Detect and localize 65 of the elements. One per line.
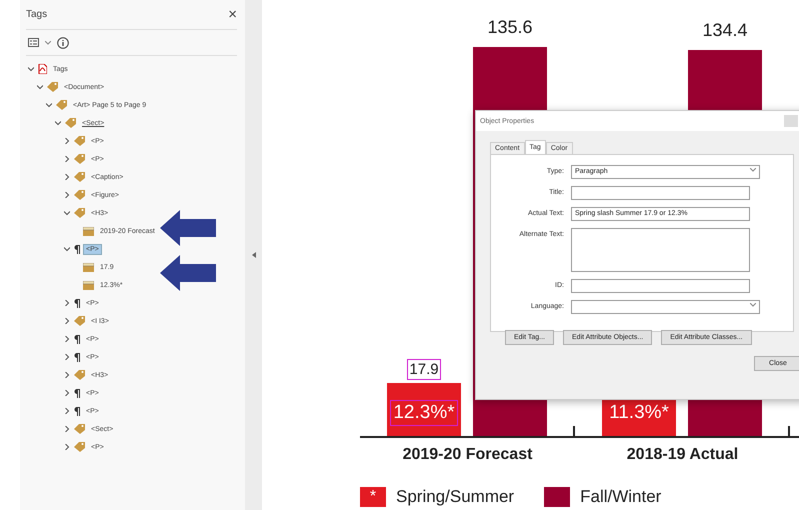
chevron-right-icon[interactable] bbox=[64, 408, 70, 414]
tag-icon bbox=[74, 442, 85, 452]
pointer-arrow bbox=[160, 210, 216, 246]
chevron-right-icon[interactable] bbox=[64, 444, 70, 450]
caret-icon bbox=[750, 168, 756, 172]
category-label: 2019-20 Forecast bbox=[402, 446, 532, 464]
tag-icon bbox=[74, 316, 85, 326]
tag-icon bbox=[74, 370, 85, 380]
tag-icon bbox=[74, 424, 85, 434]
chevron-right-icon[interactable] bbox=[64, 390, 70, 396]
chevron-down-icon[interactable] bbox=[54, 120, 60, 126]
tag-icon bbox=[74, 190, 85, 200]
panel-title: Tags bbox=[26, 9, 48, 20]
tag-icon bbox=[65, 118, 76, 128]
chevron-down-icon[interactable] bbox=[64, 246, 70, 252]
paragraph-icon bbox=[74, 244, 80, 254]
paragraph-icon bbox=[74, 406, 80, 416]
chevron-right-icon[interactable] bbox=[64, 138, 70, 144]
paragraph-icon bbox=[74, 334, 80, 344]
value-label: 134.4 bbox=[701, 19, 749, 42]
tag-icon bbox=[74, 154, 85, 164]
legend-label: Fall/Winter bbox=[580, 487, 662, 507]
tag-icon bbox=[56, 100, 67, 110]
chevron-right-icon[interactable] bbox=[64, 192, 70, 198]
close-button[interactable]: × bbox=[228, 6, 237, 23]
caret-icon bbox=[750, 303, 756, 307]
chevron-down-icon[interactable] bbox=[28, 66, 34, 72]
dropdown-field[interactable] bbox=[571, 300, 760, 314]
chevron-right-icon[interactable] bbox=[64, 300, 70, 306]
chevron-right-icon[interactable] bbox=[64, 174, 70, 180]
paragraph-icon bbox=[74, 298, 80, 308]
chevron-right-icon[interactable] bbox=[64, 354, 70, 360]
legend-label: Spring/Summer bbox=[396, 487, 514, 507]
tag-icon bbox=[74, 208, 85, 218]
bar-label: 12.3%* bbox=[390, 400, 458, 426]
value-label: 135.6 bbox=[486, 16, 534, 39]
paragraph-icon bbox=[74, 352, 80, 362]
chevron-right-icon[interactable] bbox=[64, 426, 70, 432]
bar-label: 11.3%* bbox=[608, 401, 670, 425]
chevron-down-icon[interactable] bbox=[64, 210, 70, 216]
info-icon[interactable] bbox=[57, 36, 69, 48]
text-area[interactable] bbox=[571, 228, 750, 272]
container-icon bbox=[83, 262, 94, 272]
tag-icon bbox=[47, 82, 58, 92]
paragraph-icon bbox=[74, 388, 80, 398]
container-icon bbox=[83, 280, 94, 290]
caret-icon bbox=[45, 40, 51, 44]
chevron-down-icon[interactable] bbox=[36, 84, 42, 90]
chevron-right-icon[interactable] bbox=[64, 336, 70, 342]
document-icon bbox=[38, 64, 47, 74]
legend-swatch: * bbox=[360, 487, 386, 507]
options-icon[interactable] bbox=[28, 38, 39, 47]
input-field[interactable] bbox=[571, 279, 750, 293]
pointer-arrow bbox=[160, 255, 216, 291]
value-label: 17.9 bbox=[407, 359, 441, 380]
collapse-icon[interactable] bbox=[252, 252, 256, 258]
chevron-right-icon[interactable] bbox=[64, 318, 70, 324]
chevron-right-icon[interactable] bbox=[64, 156, 70, 162]
chevron-down-icon[interactable] bbox=[46, 102, 52, 108]
tag-icon bbox=[74, 172, 85, 182]
container-icon bbox=[83, 226, 94, 236]
tag-icon bbox=[74, 136, 85, 146]
input-field[interactable] bbox=[571, 186, 750, 200]
category-label: 2018-19 Actual bbox=[626, 446, 738, 464]
chevron-right-icon[interactable] bbox=[64, 372, 70, 378]
